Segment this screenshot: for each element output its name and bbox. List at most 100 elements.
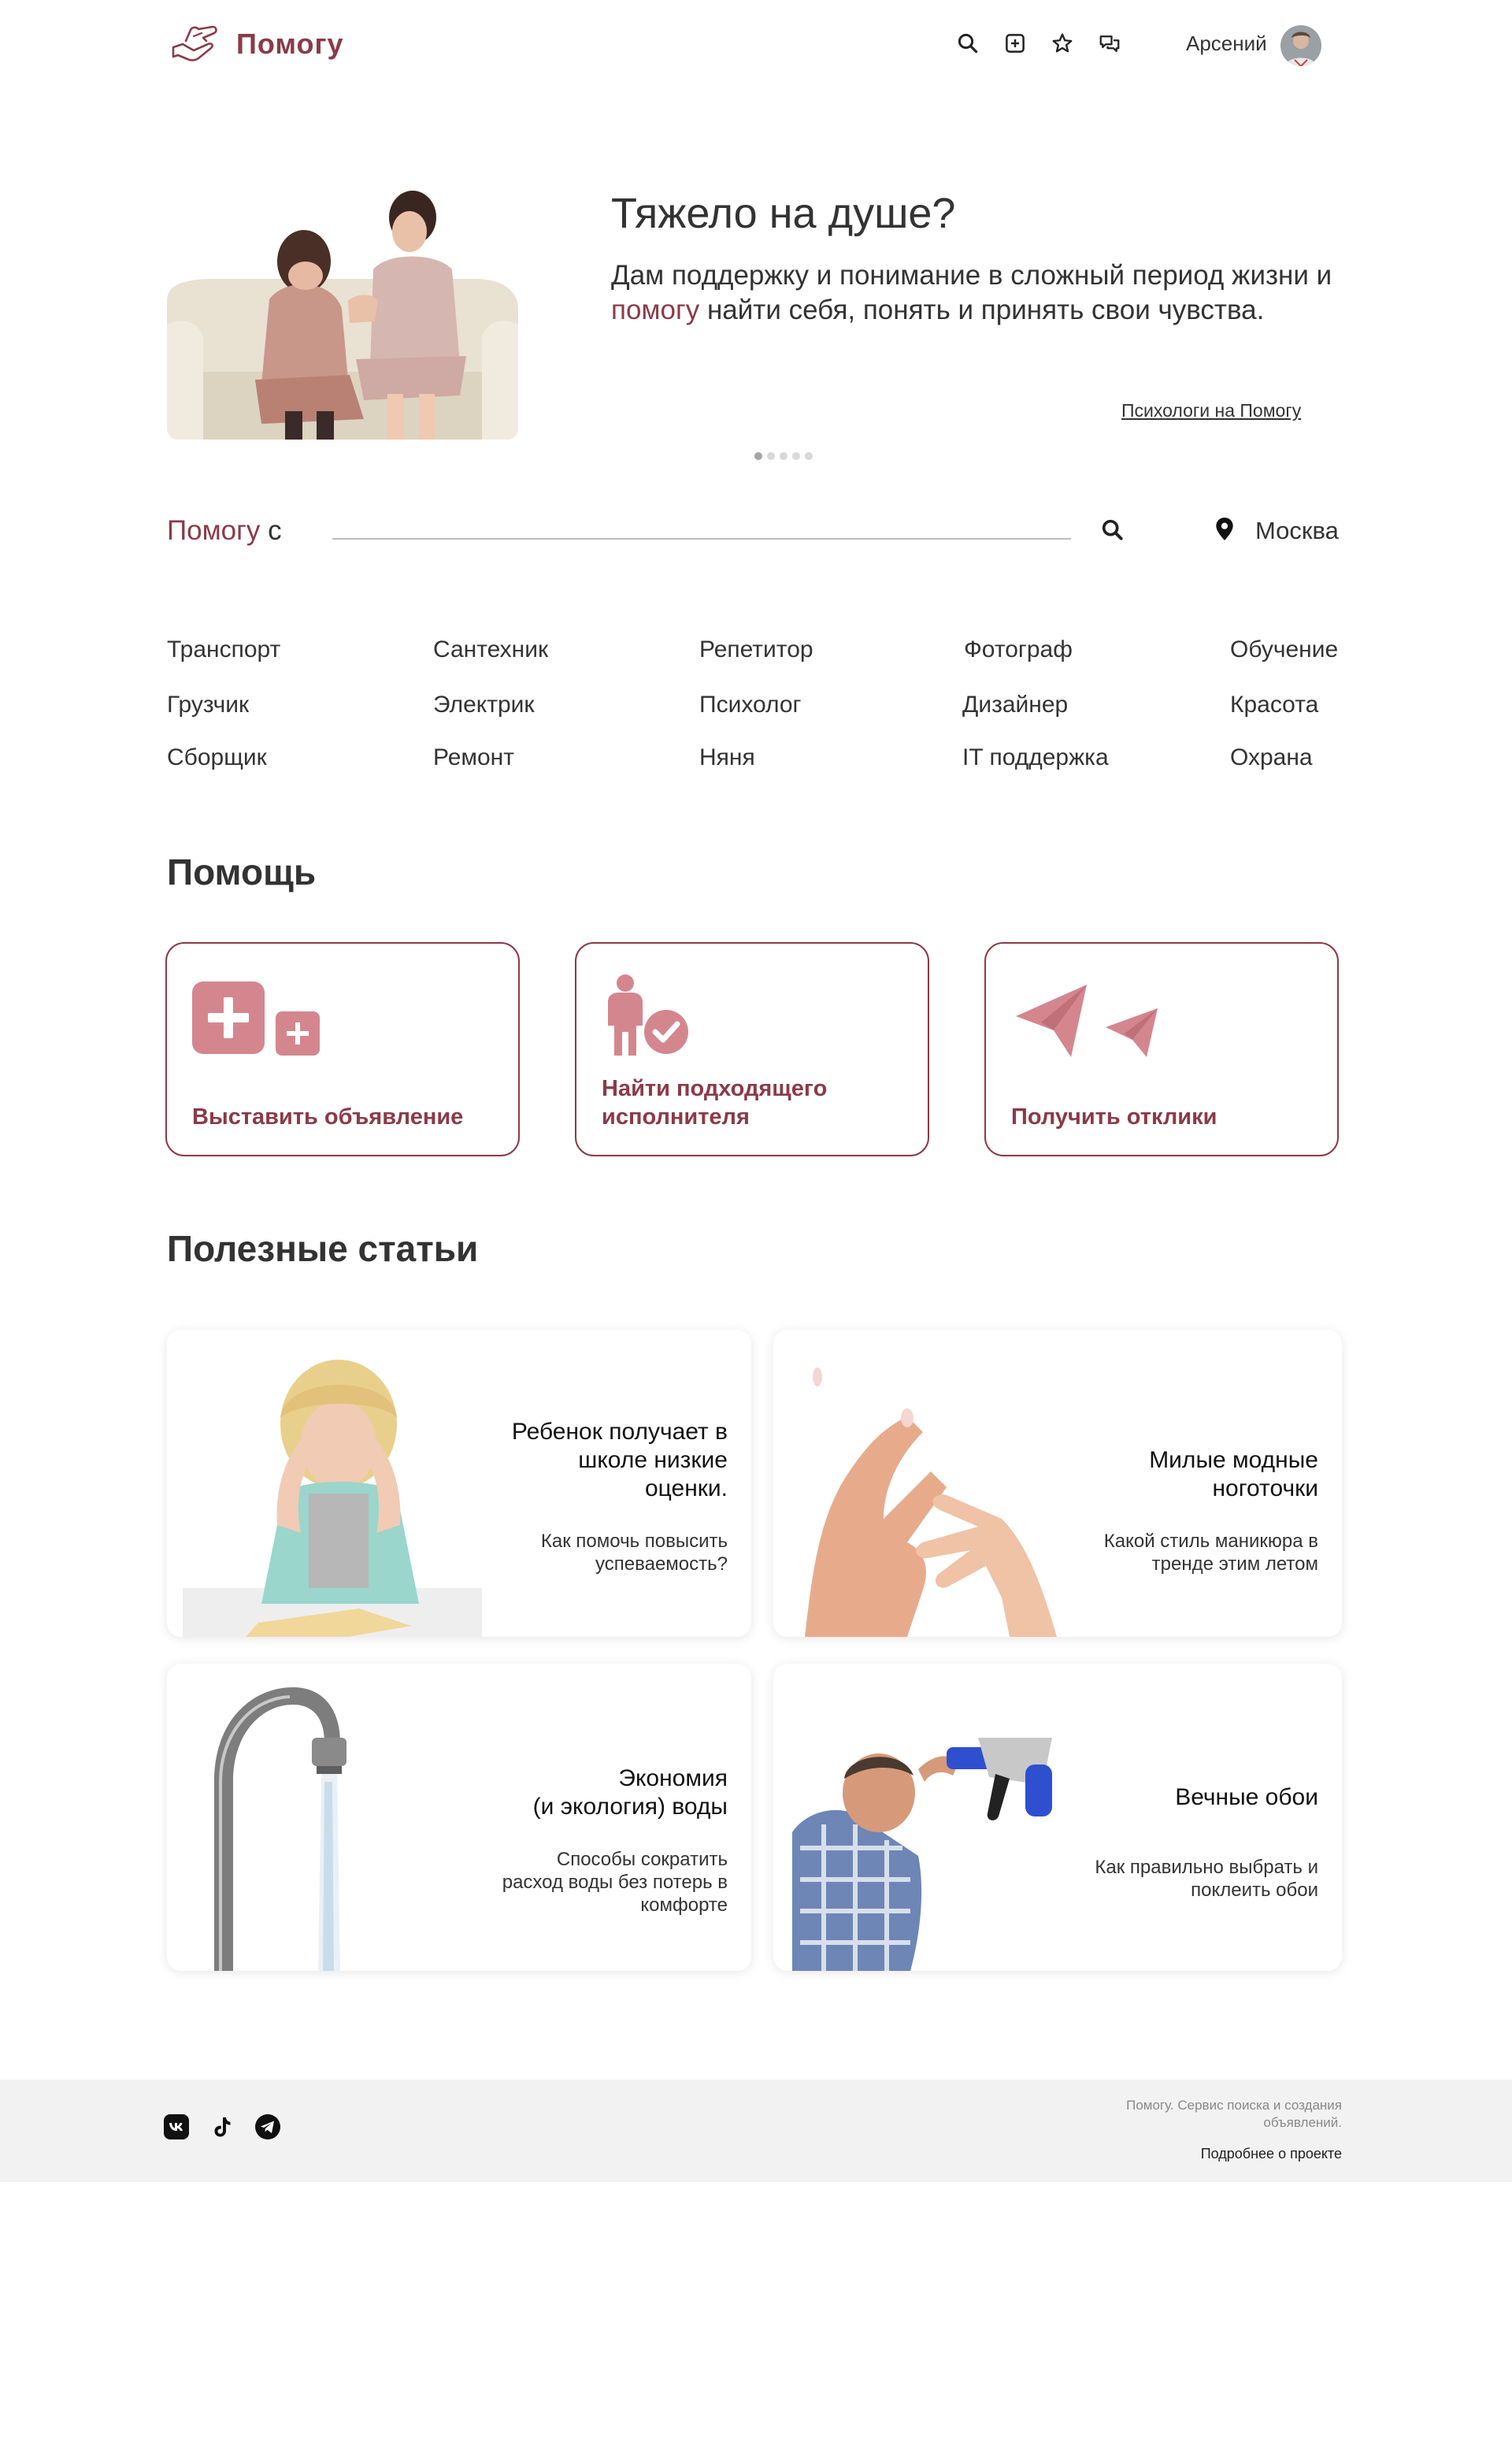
- article-image-child-studying: [183, 1360, 482, 1637]
- carousel-dot[interactable]: [792, 452, 800, 460]
- category-link[interactable]: Охрана: [1230, 744, 1313, 771]
- article-card[interactable]: Вечные обои Как правильно выбрать и покл…: [773, 1664, 1342, 1971]
- post-listing-card[interactable]: Выставить объявление: [165, 942, 520, 1156]
- article-subtitle: Как правильно выбрать и поклеить обои: [1035, 1856, 1318, 1902]
- article-title: Милые модные ноготочки: [1035, 1446, 1318, 1503]
- add-listing-icon: [192, 982, 320, 1056]
- article-card[interactable]: Экономия (и экология) воды Способы сокра…: [167, 1664, 751, 1971]
- psychologists-link[interactable]: Психологи на Помогу: [1121, 400, 1301, 421]
- get-responses-label: Получить отклики: [1011, 1104, 1217, 1130]
- brand-logo[interactable]: Помогу: [167, 20, 356, 68]
- search-label: Помогу с: [167, 515, 282, 547]
- article-image-wallpaper-worker: [792, 1738, 1052, 1971]
- footer-description: Помогу. Сервис поиска и создания объявле…: [1047, 2097, 1342, 2132]
- article-text: Ребенок получает в школе низкие оценки. …: [468, 1418, 728, 1575]
- hero-text-highlight: помогу: [611, 295, 700, 325]
- find-person-icon: [608, 974, 688, 1056]
- article-subtitle-line: комфорте: [640, 1894, 728, 1916]
- footer-description-line: объявлений.: [1263, 2115, 1342, 2130]
- vk-icon[interactable]: [164, 2114, 189, 2139]
- hero-text-before: Дам поддержку и понимание в сложный пери…: [611, 260, 1332, 291]
- article-image-water-faucet: [214, 1687, 346, 1971]
- article-title: Вечные обои: [1035, 1783, 1318, 1812]
- find-performer-label-line1: Найти подходящего: [602, 1076, 828, 1101]
- category-link[interactable]: Грузчик: [167, 692, 249, 718]
- article-image-manicure: [805, 1367, 1057, 1637]
- article-title-line: (и экология) воды: [532, 1794, 728, 1820]
- user-name[interactable]: Арсений: [1186, 32, 1267, 56]
- category-link[interactable]: Фотограф: [964, 636, 1073, 663]
- articles-section-title: Полезные статьи: [167, 1228, 479, 1269]
- carousel-dot[interactable]: [805, 452, 813, 460]
- post-listing-label: Выставить объявление: [192, 1104, 464, 1130]
- article-subtitle-line: Как помочь повысить: [540, 1531, 728, 1552]
- star-icon[interactable]: [1049, 30, 1076, 57]
- find-performer-label: Найти подходящего исполнителя: [602, 1074, 827, 1131]
- category-link[interactable]: Репетитор: [699, 636, 813, 663]
- city-selector[interactable]: Москва: [1255, 517, 1339, 545]
- search-icon[interactable]: [954, 30, 981, 57]
- helping-hand-logo-icon: [172, 25, 217, 61]
- article-title-line: ноготочки: [1212, 1475, 1318, 1501]
- help-section-title: Помощь: [167, 852, 317, 892]
- article-subtitle: Способы сократить расход воды без потерь…: [468, 1848, 728, 1917]
- carousel-dots: [754, 452, 813, 460]
- article-subtitle-line: успеваемость?: [595, 1553, 728, 1575]
- find-performer-card[interactable]: Найти подходящего исполнителя: [575, 942, 929, 1156]
- article-title: Экономия (и экология) воды: [468, 1765, 728, 1821]
- article-subtitle-line: тренде этим летом: [1151, 1553, 1318, 1575]
- article-card[interactable]: Ребенок получает в школе низкие оценки. …: [167, 1330, 751, 1637]
- hero-description: Дам поддержку и понимание в сложный пери…: [611, 258, 1351, 328]
- article-subtitle-line: Способы сократить: [556, 1849, 728, 1870]
- article-subtitle-line: расход воды без потерь в: [502, 1872, 728, 1893]
- chat-icon[interactable]: [1096, 30, 1123, 57]
- article-title-line: оценки.: [645, 1475, 728, 1501]
- search-suffix: с: [268, 515, 282, 546]
- find-performer-label-line2: исполнителя: [602, 1104, 750, 1130]
- article-title-line: Вечные обои: [1175, 1784, 1318, 1810]
- article-text: Экономия (и экология) воды Способы сокра…: [468, 1765, 728, 1917]
- category-link[interactable]: Сантехник: [433, 636, 548, 663]
- article-title-line: Милые модные: [1149, 1447, 1318, 1473]
- location-pin-icon[interactable]: [1214, 517, 1235, 542]
- article-subtitle-line: Какой стиль маникюра в: [1103, 1531, 1318, 1552]
- search-input[interactable]: [332, 538, 1071, 540]
- about-project-link[interactable]: Подробнее о проекте: [1047, 2146, 1342, 2162]
- category-link[interactable]: Психолог: [699, 692, 801, 718]
- category-link[interactable]: Электрик: [433, 692, 535, 718]
- article-title-line: Ребенок получает в: [511, 1419, 728, 1445]
- add-listing-icon[interactable]: [1002, 30, 1028, 57]
- hero-text-after: найти себя, понять и принять свои чувств…: [699, 295, 1265, 325]
- search-brand: Помогу: [167, 515, 261, 546]
- article-text: Милые модные ноготочки Какой стиль маник…: [1035, 1446, 1318, 1575]
- article-title-line: школе низкие: [578, 1447, 728, 1473]
- category-link[interactable]: Дизайнер: [962, 692, 1068, 718]
- article-title: Ребенок получает в школе низкие оценки.: [468, 1418, 728, 1503]
- hero-title: Тяжело на душе?: [611, 190, 956, 237]
- category-link[interactable]: Транспорт: [167, 636, 280, 663]
- tiktok-icon[interactable]: [209, 2114, 235, 2139]
- avatar[interactable]: [1280, 25, 1321, 66]
- footer-description-line: Помогу. Сервис поиска и создания: [1126, 2098, 1342, 2113]
- category-link[interactable]: Обучение: [1230, 636, 1338, 663]
- category-link[interactable]: Няня: [699, 744, 755, 771]
- article-subtitle: Как помочь повысить успеваемость?: [468, 1530, 728, 1575]
- article-subtitle: Какой стиль маникюра в тренде этим летом: [1035, 1530, 1318, 1575]
- brand-name: Помогу: [236, 28, 344, 60]
- category-link[interactable]: IT поддержка: [962, 744, 1109, 771]
- get-responses-card[interactable]: Получить отклики: [984, 942, 1339, 1156]
- carousel-dot[interactable]: [767, 452, 775, 460]
- hero-image: [167, 183, 518, 440]
- paper-plane-icon: [1016, 985, 1158, 1057]
- article-subtitle-line: Как правильно выбрать и: [1095, 1857, 1318, 1878]
- article-title-line: Экономия: [618, 1765, 728, 1791]
- search-icon[interactable]: [1099, 517, 1126, 544]
- article-text: Вечные обои Как правильно выбрать и покл…: [1035, 1783, 1318, 1902]
- carousel-dot[interactable]: [780, 452, 788, 460]
- article-card[interactable]: Милые модные ноготочки Какой стиль маник…: [773, 1330, 1342, 1637]
- telegram-icon[interactable]: [255, 2114, 280, 2139]
- category-link[interactable]: Ремонт: [433, 744, 514, 771]
- carousel-dot[interactable]: [754, 452, 762, 460]
- category-link[interactable]: Красота: [1230, 692, 1318, 718]
- category-link[interactable]: Сборщик: [167, 744, 267, 771]
